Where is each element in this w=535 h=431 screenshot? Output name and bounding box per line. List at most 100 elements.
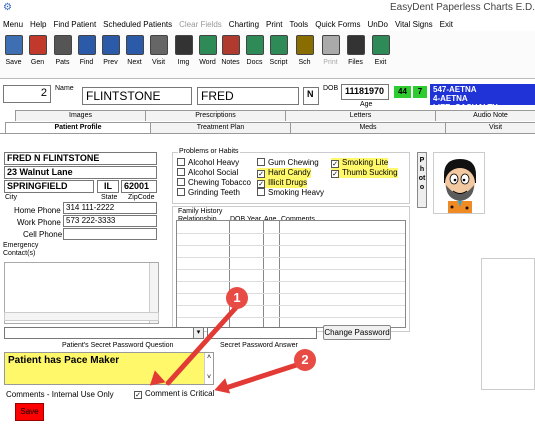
toolbar-notes-button[interactable]: Notes [220, 33, 241, 75]
chevron-down-icon[interactable]: ▾ [193, 328, 203, 338]
change-password-button[interactable]: Change Password [323, 325, 391, 340]
toolbar-exit-button[interactable]: Exit [370, 33, 391, 75]
toolbar-word-button[interactable]: Word [197, 33, 218, 75]
home-phone-field[interactable]: 314 111-2222 [63, 202, 157, 214]
toolbar-gen-button[interactable]: Gen [27, 33, 48, 75]
state-field[interactable]: IL [97, 180, 119, 193]
menu-item-vital-signs[interactable]: Vital Signs [395, 20, 433, 29]
city-field[interactable]: SPRINGFIELD [4, 180, 94, 193]
patient-number-field[interactable]: 2 [3, 85, 51, 103]
tab-visit[interactable]: Visit [445, 122, 535, 133]
comments-scrollbar[interactable]: ˄ ˅ [204, 353, 213, 384]
photo-button[interactable]: Photo [417, 152, 427, 208]
home-phone-label: Home Phone [14, 206, 61, 215]
tab-treatment-plan[interactable]: Treatment Plan [150, 122, 290, 133]
clipboard-icon [149, 35, 168, 55]
menu-item-find-patient[interactable]: Find Patient [53, 20, 96, 29]
age-label: Age [360, 101, 373, 108]
comment-critical-checkbox[interactable]: ✓ Comment is Critical [134, 389, 214, 399]
tab-audio-note[interactable]: Audio Note [435, 110, 535, 121]
password-question-select[interactable]: ▾ [4, 327, 204, 339]
habit-grinding-teeth-checkbox[interactable]: Grinding Teeth [177, 188, 240, 197]
habit-hard-candy-checkbox[interactable]: ✓ Hard Candy [257, 168, 311, 178]
habit-gum-chewing-checkbox[interactable]: Gum Chewing [257, 158, 319, 167]
floppy-disk-icon [4, 35, 23, 55]
name-label: Name [55, 85, 74, 92]
menu-item-print[interactable]: Print [266, 20, 282, 29]
menu-item-clear-fields[interactable]: Clear Fields [179, 20, 222, 29]
work-phone-field[interactable]: 573 222-3333 [63, 215, 157, 227]
checkbox-icon [177, 168, 185, 176]
middle-initial-field[interactable]: N [303, 87, 319, 105]
menu-item-undo[interactable]: UnDo [368, 20, 388, 29]
tab-meds[interactable]: Meds [290, 122, 445, 133]
toolbar-visit-button[interactable]: Visit [148, 33, 169, 75]
toolbar-pats-button[interactable]: Pats [52, 33, 73, 75]
notes-icon [221, 35, 240, 55]
checkmark-icon: ✓ [134, 391, 142, 399]
state-label: State [101, 194, 118, 201]
emergency-h-scrollbar[interactable] [4, 312, 159, 321]
docs-icon [245, 35, 264, 55]
menu-bar: Menu Help Find Patient Scheduled Patients Cl… [0, 17, 535, 31]
zip-field[interactable]: 62001 [121, 180, 157, 193]
password-answer-field[interactable] [207, 327, 317, 339]
tab-letters[interactable]: Letters [285, 110, 435, 121]
checkbox-icon: ✓ [257, 180, 265, 188]
dob-field[interactable]: 11181970 [341, 84, 389, 100]
gift-icon [28, 35, 47, 55]
insurance-box[interactable]: 547-AETNA 4-AETNA LIFE_CASUALTY [430, 84, 535, 112]
primary-insurance: 547-AETNA [433, 85, 477, 94]
habit-illicit-drugs-checkbox[interactable]: ✓ Illicit Drugs [257, 178, 308, 188]
tab-patient-profile[interactable]: Patient Profile [5, 122, 150, 133]
habit-smoking-heavy-checkbox[interactable]: Smoking Heavy [257, 188, 324, 197]
toolbar-script-button[interactable]: Script [268, 33, 289, 75]
habit-alcohol-heavy-checkbox[interactable]: Alcohol Heavy [177, 158, 239, 167]
tab-panel-border [0, 133, 535, 134]
toolbar-docs-button[interactable]: Docs [244, 33, 265, 75]
toolbar-sch-button[interactable]: Sch [294, 33, 315, 75]
schedule-icon [295, 35, 314, 55]
habit-smoking-lite-checkbox[interactable]: ✓ Smoking Lite [331, 158, 389, 168]
first-name-field[interactable]: FRED [197, 87, 299, 105]
save-button[interactable]: Save [15, 403, 44, 421]
age-value: 44 [394, 86, 411, 98]
cell-phone-field[interactable] [63, 228, 157, 240]
menu-item-quick-forms[interactable]: Quick Forms [315, 20, 360, 29]
habit-alcohol-social-checkbox[interactable]: Alcohol Social [177, 168, 238, 177]
last-name-field[interactable]: FLINTSTONE [82, 87, 192, 105]
script-icon [269, 35, 288, 55]
zip-label: ZipCode [128, 194, 155, 201]
habit-thumb-sucking-checkbox[interactable]: ✓ Thumb Sucking [331, 168, 398, 178]
annotation-badge-1: 1 [226, 287, 248, 309]
toolbar-files-button[interactable]: Files [345, 33, 366, 75]
menu-item-exit[interactable]: Exit [440, 20, 453, 29]
family-history-grid[interactable] [176, 220, 406, 328]
password-answer-label: Secret Password Answer [220, 342, 298, 349]
window-title: EasyDent Paperless Charts E.D.R. [390, 2, 535, 13]
menu-item-menu[interactable]: Menu [3, 20, 23, 29]
toolbar-prev-button[interactable]: Prev [100, 33, 121, 75]
street-field[interactable]: 23 Walnut Lane [4, 166, 157, 179]
toolbar-find-button[interactable]: Find [76, 33, 97, 75]
full-name-field[interactable]: FRED N FLINTSTONE [4, 152, 157, 165]
toolbar-img-button[interactable]: Img [173, 33, 194, 75]
checkbox-icon: ✓ [331, 170, 339, 178]
habits-title: Problems or Habits [178, 148, 240, 155]
menu-item-help[interactable]: Help [30, 20, 46, 29]
patient-photo [433, 152, 485, 214]
toolbar-print-button[interactable]: Print [320, 33, 341, 75]
pen-icon [198, 35, 217, 55]
checkbox-icon [257, 158, 265, 166]
tab-prescriptions[interactable]: Prescriptions [145, 110, 285, 121]
habit-chewing-tobacco-checkbox[interactable]: Chewing Tobacco [177, 178, 251, 187]
work-phone-label: Work Phone [17, 218, 61, 227]
toolbar-next-button[interactable]: Next [124, 33, 145, 75]
menu-item-scheduled-patients[interactable]: Scheduled Patients [103, 20, 172, 29]
comments-label: Comments - Internal Use Only [6, 390, 114, 399]
files-icon [346, 35, 365, 55]
menu-item-tools[interactable]: Tools [290, 20, 309, 29]
toolbar-save-button[interactable]: Save [3, 33, 24, 75]
menu-item-charting[interactable]: Charting [229, 20, 259, 29]
tab-images[interactable]: Images [15, 110, 145, 121]
